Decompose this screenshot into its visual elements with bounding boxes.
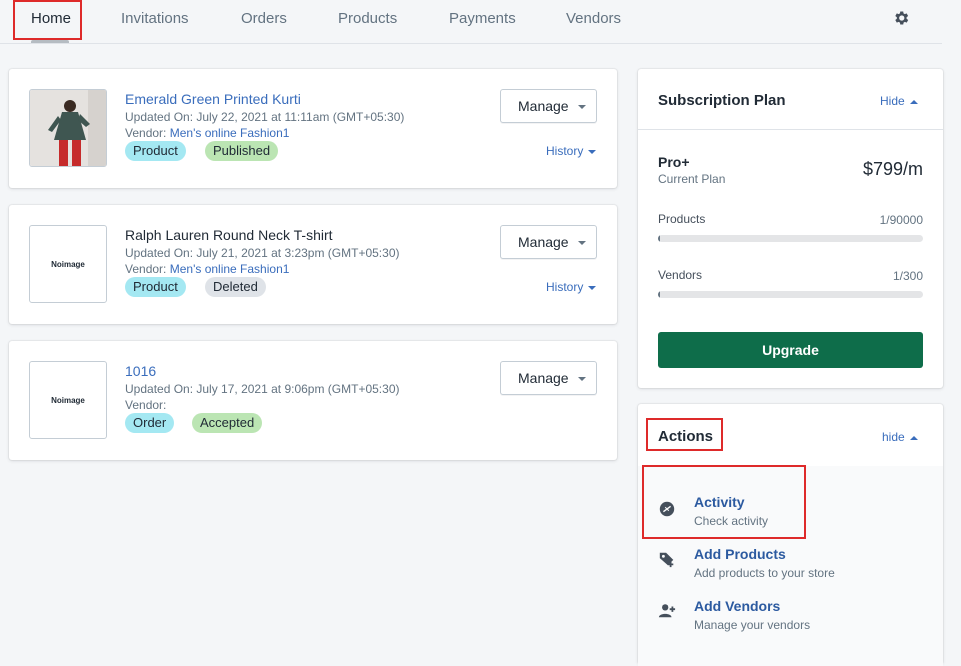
- manage-button[interactable]: Manage: [500, 89, 597, 123]
- chevron-down-icon: [578, 105, 586, 109]
- activity-icon: [659, 501, 675, 517]
- type-badge: Order: [125, 413, 175, 433]
- history-label: History: [546, 280, 584, 294]
- tab-invitations[interactable]: Invitations: [121, 10, 189, 27]
- tab-payments[interactable]: Payments: [449, 10, 516, 27]
- manage-button-label: Manage: [518, 370, 569, 386]
- action-activity-desc: Check activity: [694, 514, 769, 528]
- manage-button[interactable]: Manage: [500, 225, 597, 259]
- chevron-up-icon: [909, 435, 918, 440]
- plan-price: $799/m: [862, 159, 923, 179]
- order-thumbnail[interactable]: Noimage: [29, 361, 107, 439]
- no-image-placeholder: Noimage: [51, 395, 85, 405]
- action-add-vendors-link[interactable]: Add Vendors: [694, 598, 780, 614]
- feed-card-order: Noimage 1016 Updated On: July 17, 2021 a…: [9, 341, 617, 460]
- vendor-link[interactable]: Men's online Fashion1: [170, 126, 290, 140]
- products-progress-fill: [658, 235, 660, 242]
- hide-label: hide: [882, 430, 905, 444]
- subscription-plan-card: Subscription Plan Hide Pro+ Current Plan…: [638, 69, 943, 388]
- hide-label: Hide: [880, 94, 905, 108]
- vendor-label: Vendor:: [125, 398, 167, 412]
- manage-button-label: Manage: [518, 98, 569, 114]
- vendor-line: Vendor: Men's online Fashion1: [125, 126, 289, 140]
- divider: [638, 129, 943, 130]
- updated-timestamp: Updated On: July 21, 2021 at 3:23pm (GMT…: [125, 246, 400, 260]
- vendor-label: Vendor:: [125, 126, 167, 140]
- vendor-link[interactable]: Men's online Fashion1: [170, 262, 290, 276]
- hide-actions-toggle[interactable]: hide: [882, 430, 918, 444]
- product-thumbnail[interactable]: [29, 89, 107, 167]
- plan-caption: Current Plan: [658, 172, 726, 186]
- vendors-usage-label: Vendors: [658, 268, 703, 282]
- chevron-down-icon: [578, 241, 586, 245]
- item-title[interactable]: Emerald Green Printed Kurti: [125, 91, 301, 107]
- plan-name: Pro+: [658, 154, 690, 170]
- top-nav: Home Invitations Orders Products Payment…: [0, 0, 942, 44]
- vendors-usage-value: 1/300: [892, 269, 923, 283]
- product-thumbnail[interactable]: Noimage: [29, 225, 107, 303]
- action-add-products-desc: Add products to your store: [694, 566, 835, 580]
- tab-orders[interactable]: Orders: [241, 10, 287, 27]
- feed-card-product: Noimage Ralph Lauren Round Neck T-shirt …: [9, 205, 617, 324]
- status-badge: Accepted: [192, 413, 263, 433]
- add-tag-icon: [659, 552, 674, 568]
- vendors-progress-fill: [658, 291, 660, 298]
- chevron-down-icon: [578, 377, 586, 381]
- subscription-title: Subscription Plan: [658, 92, 786, 109]
- hide-subscription-toggle[interactable]: Hide: [880, 94, 918, 108]
- item-title[interactable]: 1016: [125, 363, 156, 379]
- action-activity-link[interactable]: Activity: [694, 494, 745, 510]
- item-title: Ralph Lauren Round Neck T-shirt: [125, 227, 333, 243]
- status-badge: Published: [205, 141, 279, 161]
- products-usage-value: 1/90000: [879, 213, 923, 227]
- action-add-vendors-desc: Manage your vendors: [694, 618, 811, 632]
- add-user-icon: [658, 604, 676, 618]
- history-toggle[interactable]: History: [546, 144, 597, 158]
- products-usage-label: Products: [658, 212, 706, 226]
- upgrade-button[interactable]: Upgrade: [658, 332, 923, 368]
- feed-card-product: Emerald Green Printed Kurti Updated On: …: [9, 69, 617, 188]
- history-label: History: [546, 144, 584, 158]
- chevron-down-icon: [588, 149, 597, 154]
- no-image-placeholder: Noimage: [51, 259, 85, 269]
- chevron-up-icon: [909, 99, 918, 104]
- active-tab-indicator: [31, 40, 69, 43]
- actions-card: Actions hide Activity Check activity Add…: [638, 404, 943, 666]
- product-image: [30, 90, 106, 166]
- vendors-progress-bar: [658, 291, 923, 298]
- manage-button[interactable]: Manage: [500, 361, 597, 395]
- tab-vendors[interactable]: Vendors: [566, 10, 621, 27]
- actions-title: Actions: [658, 428, 714, 445]
- manage-button-label: Manage: [518, 234, 569, 250]
- status-badge: Deleted: [205, 277, 266, 297]
- updated-timestamp: Updated On: July 17, 2021 at 9:06pm (GMT…: [125, 382, 400, 396]
- products-progress-bar: [658, 235, 923, 242]
- tab-products[interactable]: Products: [338, 10, 397, 27]
- type-badge: Product: [125, 141, 186, 161]
- type-badge: Product: [125, 277, 186, 297]
- vendor-line: Vendor: Men's online Fashion1: [125, 262, 289, 276]
- tab-home[interactable]: Home: [31, 10, 71, 27]
- vendor-line: Vendor:: [125, 398, 166, 412]
- chevron-down-icon: [588, 285, 597, 290]
- updated-timestamp: Updated On: July 22, 2021 at 11:11am (GM…: [125, 110, 405, 124]
- action-add-products-link[interactable]: Add Products: [694, 546, 786, 562]
- gear-icon[interactable]: [892, 9, 910, 27]
- history-toggle[interactable]: History: [546, 280, 597, 294]
- actions-list: Activity Check activity Add Products Add…: [638, 466, 943, 666]
- vendor-label: Vendor:: [125, 262, 167, 276]
